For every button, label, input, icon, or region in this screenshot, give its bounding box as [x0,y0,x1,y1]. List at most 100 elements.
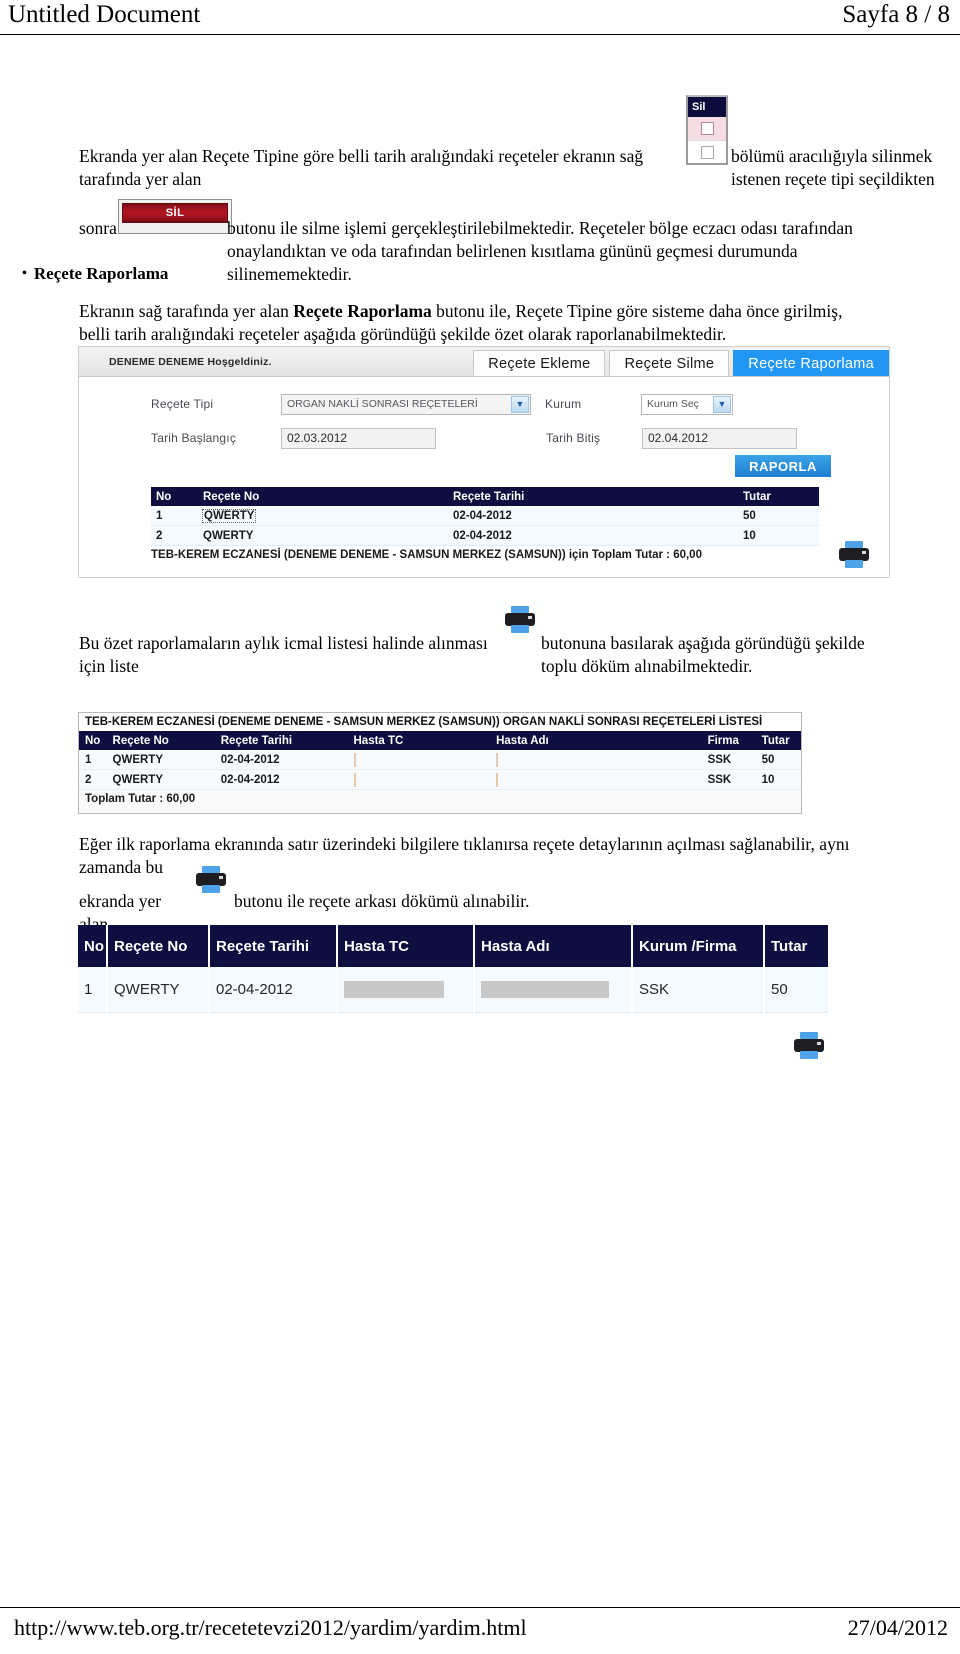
kurum-value: Kurum Seç [647,398,699,410]
bullet-icon: • [22,266,27,281]
cell-recete-tarihi: 02-04-2012 [210,966,338,1013]
table-row[interactable]: 2 QWERTY 02-04-2012 SSK 10 [79,770,801,790]
table-row[interactable]: 1 QWERTY 02-04-2012 SSK 50 [78,966,828,1013]
cell-tutar: 50 [761,753,775,766]
cell-tutar: 10 [743,529,756,542]
sil-button-container: SİL [118,199,232,234]
footer-url: http://www.teb.org.tr/recetetevzi2012/ya… [14,1615,527,1640]
cell-kurum-firma: SSK [633,966,765,1013]
paragraph-detail-after-text: butonu ile reçete arkası dökümü alınabil… [234,891,530,911]
kurum-select[interactable]: Kurum Seç ▼ [641,393,733,415]
app-topbar: DENEME DENEME Hoşgeldiniz. Reçete Ekleme… [79,347,889,377]
cell-recete-no: QWERTY [108,966,210,1013]
tab-recete-silme[interactable]: Reçete Silme [609,350,730,376]
paragraph-icmal-before: Bu özet raporlamaların aylık icmal liste… [79,632,499,678]
welcome-label: DENEME DENEME Hoşgeldiniz. [109,356,272,368]
sil-widget-row[interactable] [688,141,726,163]
tab-recete-raporlama[interactable]: Reçete Raporlama [733,350,889,376]
checkbox-icon[interactable] [700,122,714,135]
tab-recete-ekleme[interactable]: Reçete Ekleme [473,350,606,376]
redacted-hasta-tc [344,981,444,998]
tarih-baslangic-input[interactable]: 02.03.2012 [281,427,436,449]
list-table-title: TEB-KEREM ECZANESİ (DENEME DENEME - SAMS… [79,713,801,731]
sil-widget-row[interactable] [688,117,726,141]
section-heading-recete-raporlama: • Reçete Raporlama [22,263,168,285]
page-number: Sayfa 8 / 8 [842,1,950,28]
report-results-table: No Reçete No Reçete Tarihi Tutar 1 QWERT… [151,487,819,546]
paragraph-delete-detail-text: butonu ile silme işlemi gerçekleştirileb… [227,218,853,284]
recete-tipi-label: Reçete Tipi [151,397,214,411]
column-header-no: No [85,734,101,747]
print-button[interactable] [839,541,869,569]
paragraph-detail-intro-text: Eğer ilk raporlama ekranında satır üzeri… [79,834,850,877]
paragraph-delete-intro-text: Ekranda yer alan Reçete Tipine göre bell… [79,146,644,189]
paragraph-icmal-after: butonuna basılarak aşağıda göründüğü şek… [541,632,891,678]
redacted-hasta-tc [353,752,356,767]
print-back-button[interactable] [196,866,226,894]
column-header-recete-no: Reçete No [112,734,169,747]
header-divider [0,34,960,35]
delete-button[interactable]: SİL [122,203,228,223]
printer-icon [505,606,535,634]
cell-tutar: 50 [743,509,756,522]
cell-recete-tarihi: 02-04-2012 [220,773,280,786]
chevron-down-icon[interactable]: ▼ [713,395,731,413]
cell-recete-no: QWERTY [112,753,164,766]
print-list-button[interactable] [505,606,535,634]
paragraph-detail-after: butonu ile reçete arkası dökümü alınabil… [234,890,654,913]
column-header-recete-no: Reçete No [108,925,210,967]
paragraph-delete-sonra-text: sonra [79,218,117,238]
chevron-down-icon[interactable]: ▼ [511,395,529,413]
paragraph-delete-intro: Ekranda yer alan Reçete Tipine göre bell… [79,145,684,191]
redacted-hasta-tc [353,772,356,787]
table-header-row: No Reçete No Reçete Tarihi Hasta TC Hast… [79,731,801,750]
paragraph-icmal-after-text: butonuna basılarak aşağıda göründüğü şek… [541,633,865,676]
table-header-row: No Reçete No Reçete Tarihi Tutar [151,487,819,506]
column-header-hasta-adi: Hasta Adı [496,734,549,747]
cell-recete-no: QWERTY [203,529,254,542]
table-row[interactable]: 1 QWERTY 02-04-2012 50 [151,506,819,526]
cell-recete-no[interactable]: QWERTY [201,508,257,523]
tarih-bitis-input[interactable]: 02.04.2012 [642,427,797,449]
column-header-hasta-tc: Hasta TC [338,925,475,967]
tarih-baslangic-label: Tarih Başlangıç [151,431,237,445]
paragraph-delete-intro-cont-text: bölümü aracılığıyla silinmek istenen reç… [731,146,935,189]
raporla-button[interactable]: RAPORLA [735,455,831,477]
checkbox-icon[interactable] [700,146,714,159]
cell-recete-tarihi: 02-04-2012 [220,753,280,766]
section-heading-label: Reçete Raporlama [33,264,169,283]
paragraph-delete-intro-cont: bölümü aracılığıyla silinmek istenen reç… [731,145,941,191]
column-header-kurum-firma: Kurum /Firma [633,925,765,967]
column-header-recete-tarihi: Reçete Tarihi [220,734,293,747]
cell-firma: SSK [707,773,732,786]
column-header-tutar: Tutar [771,937,808,955]
column-header-recete-tarihi: Reçete Tarihi [453,490,525,503]
screenshot-summary-list: TEB-KEREM ECZANESİ (DENEME DENEME - SAMS… [78,712,802,814]
printer-icon [196,866,226,894]
redacted-hasta-adi [496,772,499,787]
page-footer: http://www.teb.org.tr/recetetevzi2012/ya… [0,1610,960,1646]
column-header-hasta-adi: Hasta Adı [475,925,633,967]
print-back-of-prescription-button[interactable] [794,1032,824,1060]
paragraph-reporting-intro-bold: Reçete Raporlama [293,301,432,321]
list-total-label: Toplam Tutar : 60,00 [79,790,801,805]
redacted-hasta-adi [481,981,609,998]
tarih-bitis-label: Tarih Bitiş [546,431,601,445]
table-row[interactable]: 1 QWERTY 02-04-2012 SSK 50 [79,750,801,770]
paragraph-icmal-before-text: Bu özet raporlamaların aylık icmal liste… [79,633,488,676]
footer-divider [0,1607,960,1608]
redacted-hasta-adi [496,752,499,767]
recete-tipi-select[interactable]: ORGAN NAKLİ SONRASI REÇETELERİ ▼ [281,393,531,415]
screenshot-reporting-form: DENEME DENEME Hoşgeldiniz. Reçete Ekleme… [78,346,890,578]
paragraph-delete-detail: butonu ile silme işlemi gerçekleştirileb… [227,217,887,286]
column-header-tutar: Tutar [743,490,771,503]
column-header-firma: Firma [707,734,739,747]
screenshot-detail-table: No Reçete No Reçete Tarihi Hasta TC Hast… [78,925,828,1060]
column-header-no: No [156,490,172,503]
cell-no: 1 [85,753,92,766]
table-row[interactable]: 2 QWERTY 02-04-2012 10 [151,526,819,546]
printer-icon [794,1032,824,1060]
cell-tutar: 10 [761,773,775,786]
cell-no: 2 [156,529,163,542]
paragraph-reporting-intro-a: Ekranın sağ tarafında yer alan [79,301,294,321]
